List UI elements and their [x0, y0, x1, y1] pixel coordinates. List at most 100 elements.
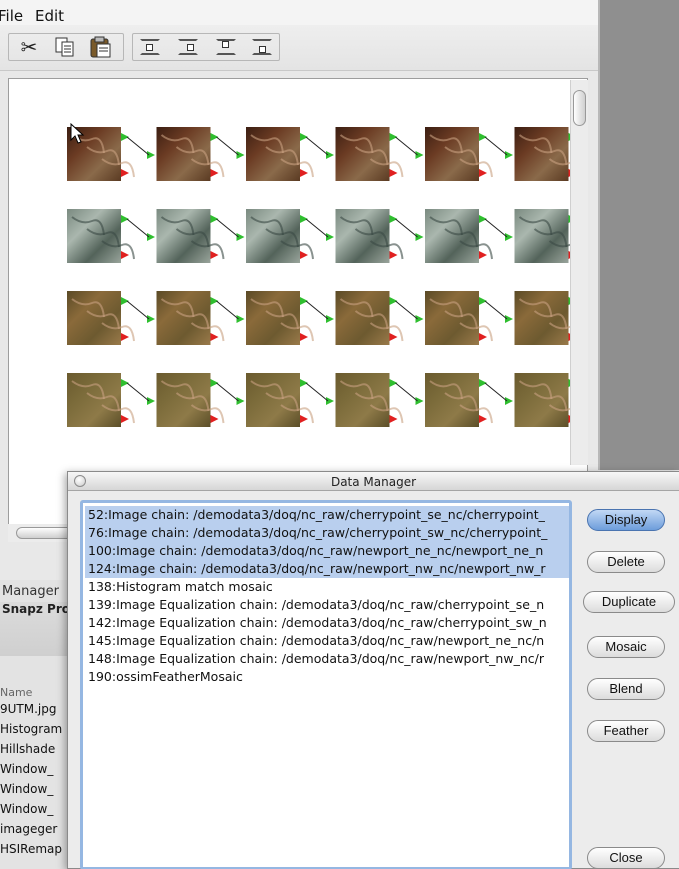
- list-item[interactable]: 100:Image chain: /demodata3/doq/nc_raw/n…: [85, 542, 569, 560]
- image-chain-node[interactable]: [425, 373, 513, 427]
- vertical-scroll-thumb[interactable]: [573, 90, 586, 126]
- menubar: File Edit: [0, 0, 598, 25]
- error-connector-icon: [210, 251, 219, 259]
- image-chain-node[interactable]: [246, 209, 334, 263]
- mosaic-button[interactable]: Mosaic: [587, 636, 665, 658]
- feather-button[interactable]: Feather: [587, 720, 665, 742]
- delete-button[interactable]: Delete: [587, 551, 665, 573]
- list-item[interactable]: 52:Image chain: /demodata3/doq/nc_raw/ch…: [85, 506, 569, 524]
- horizontal-scrollbar[interactable]: [8, 524, 76, 542]
- image-chain-node[interactable]: [335, 291, 424, 345]
- duplicate-button[interactable]: Duplicate: [583, 591, 675, 613]
- image-chain-node[interactable]: [514, 373, 572, 427]
- image-chain-node[interactable]: [246, 291, 334, 345]
- list-item[interactable]: 76:Image chain: /demodata3/doq/nc_raw/ch…: [85, 524, 569, 542]
- image-chain-node[interactable]: [335, 373, 424, 427]
- image-chain-node[interactable]: [67, 209, 155, 263]
- output-connector-icon: [300, 379, 308, 387]
- error-connector-icon: [300, 251, 308, 259]
- connection-line: [216, 136, 239, 156]
- list-item[interactable]: Hillshade: [0, 742, 55, 756]
- input-connector-icon: [326, 315, 334, 323]
- connection-line: [216, 382, 239, 402]
- thumbnail-image: [246, 209, 300, 263]
- thumbnail-image: [425, 373, 479, 427]
- thumbnail-image: [335, 127, 390, 181]
- connection-line: [305, 382, 329, 402]
- align-bottom-icon[interactable]: [140, 39, 160, 55]
- image-chain-node[interactable]: [335, 127, 424, 181]
- panel-title: Manager: [2, 584, 59, 599]
- input-connector-icon: [505, 151, 513, 159]
- display-button[interactable]: Display: [587, 509, 665, 531]
- align-top-icon[interactable]: [216, 39, 236, 55]
- list-item[interactable]: imageger: [0, 822, 57, 836]
- list-item[interactable]: Window_: [0, 802, 53, 816]
- list-item[interactable]: 124:Image chain: /demodata3/doq/nc_raw/n…: [85, 560, 569, 578]
- align-left-icon[interactable]: [252, 39, 272, 55]
- error-connector-icon: [479, 251, 487, 259]
- image-chain-node[interactable]: [156, 291, 245, 345]
- error-connector-icon: [389, 415, 398, 423]
- data-manager-window: Data Manager 52:Image chain: /demodata3/…: [67, 471, 679, 869]
- output-connector-icon: [300, 133, 308, 141]
- list-item[interactable]: Window_: [0, 762, 53, 776]
- output-connector-icon: [300, 297, 308, 305]
- image-chain-node[interactable]: [156, 127, 245, 181]
- image-chain-node[interactable]: [335, 209, 424, 263]
- thumbnail-image: [156, 209, 211, 263]
- error-connector-icon: [300, 415, 308, 423]
- list-item[interactable]: 148:Image Equalization chain: /demodata3…: [88, 650, 568, 668]
- vertical-scrollbar[interactable]: [570, 80, 588, 465]
- left-manager-panel: Manager Snapz Pro Name 9UTM.jpg Histogra…: [0, 580, 70, 869]
- data-list[interactable]: 52:Image chain: /demodata3/doq/nc_raw/ch…: [80, 500, 572, 869]
- blend-button[interactable]: Blend: [587, 678, 665, 700]
- error-connector-icon: [121, 251, 129, 259]
- list-item[interactable]: 9UTM.jpg: [0, 702, 56, 716]
- close-button[interactable]: Close: [587, 847, 665, 869]
- menu-edit[interactable]: Edit: [35, 7, 64, 25]
- input-connector-icon: [505, 397, 513, 405]
- image-chain-node[interactable]: [67, 373, 155, 427]
- thumbnail-image: [67, 209, 121, 263]
- error-connector-icon: [389, 251, 398, 259]
- image-chain-node[interactable]: [67, 291, 155, 345]
- thumbnail-image: [514, 291, 569, 345]
- image-chain-node[interactable]: [156, 373, 245, 427]
- image-chain-node[interactable]: [425, 209, 513, 263]
- image-chain-node[interactable]: [514, 291, 572, 345]
- window-titlebar[interactable]: Data Manager: [68, 472, 679, 491]
- paste-icon[interactable]: [86, 33, 116, 61]
- input-connector-icon: [147, 397, 155, 405]
- output-connector-icon: [121, 133, 129, 141]
- image-chain-node[interactable]: [156, 209, 245, 263]
- copy-icon[interactable]: [50, 33, 80, 61]
- thumbnail-image: [156, 127, 211, 181]
- output-connector-icon: [479, 379, 487, 387]
- menu-file[interactable]: File: [0, 7, 23, 25]
- connection-line: [484, 300, 508, 320]
- list-item[interactable]: 139:Image Equalization chain: /demodata3…: [88, 596, 568, 614]
- thumbnail-image: [246, 373, 300, 427]
- list-item[interactable]: 138:Histogram match mosaic: [88, 578, 568, 596]
- image-chain-node[interactable]: [246, 127, 334, 181]
- list-item[interactable]: 190:ossimFeatherMosaic: [88, 668, 568, 686]
- error-connector-icon: [121, 169, 129, 177]
- image-chain-node[interactable]: [514, 127, 572, 181]
- connection-line: [126, 300, 150, 320]
- list-item[interactable]: 145:Image Equalization chain: /demodata3…: [88, 632, 568, 650]
- image-chain-node[interactable]: [514, 209, 572, 263]
- thumbnail-image: [425, 209, 479, 263]
- cut-icon[interactable]: ✂: [14, 33, 44, 61]
- align-right-icon[interactable]: [178, 39, 198, 55]
- list-item[interactable]: Histogram: [0, 722, 62, 736]
- list-item[interactable]: Window_: [0, 782, 53, 796]
- image-chain-node[interactable]: [425, 291, 513, 345]
- chain-canvas[interactable]: [8, 78, 588, 538]
- list-item[interactable]: 142:Image Equalization chain: /demodata3…: [88, 614, 568, 632]
- image-chain-node[interactable]: [425, 127, 513, 181]
- output-connector-icon: [121, 297, 129, 305]
- list-item[interactable]: HSIRemap: [0, 842, 62, 856]
- image-chain-node[interactable]: [246, 373, 334, 427]
- error-connector-icon: [121, 333, 129, 341]
